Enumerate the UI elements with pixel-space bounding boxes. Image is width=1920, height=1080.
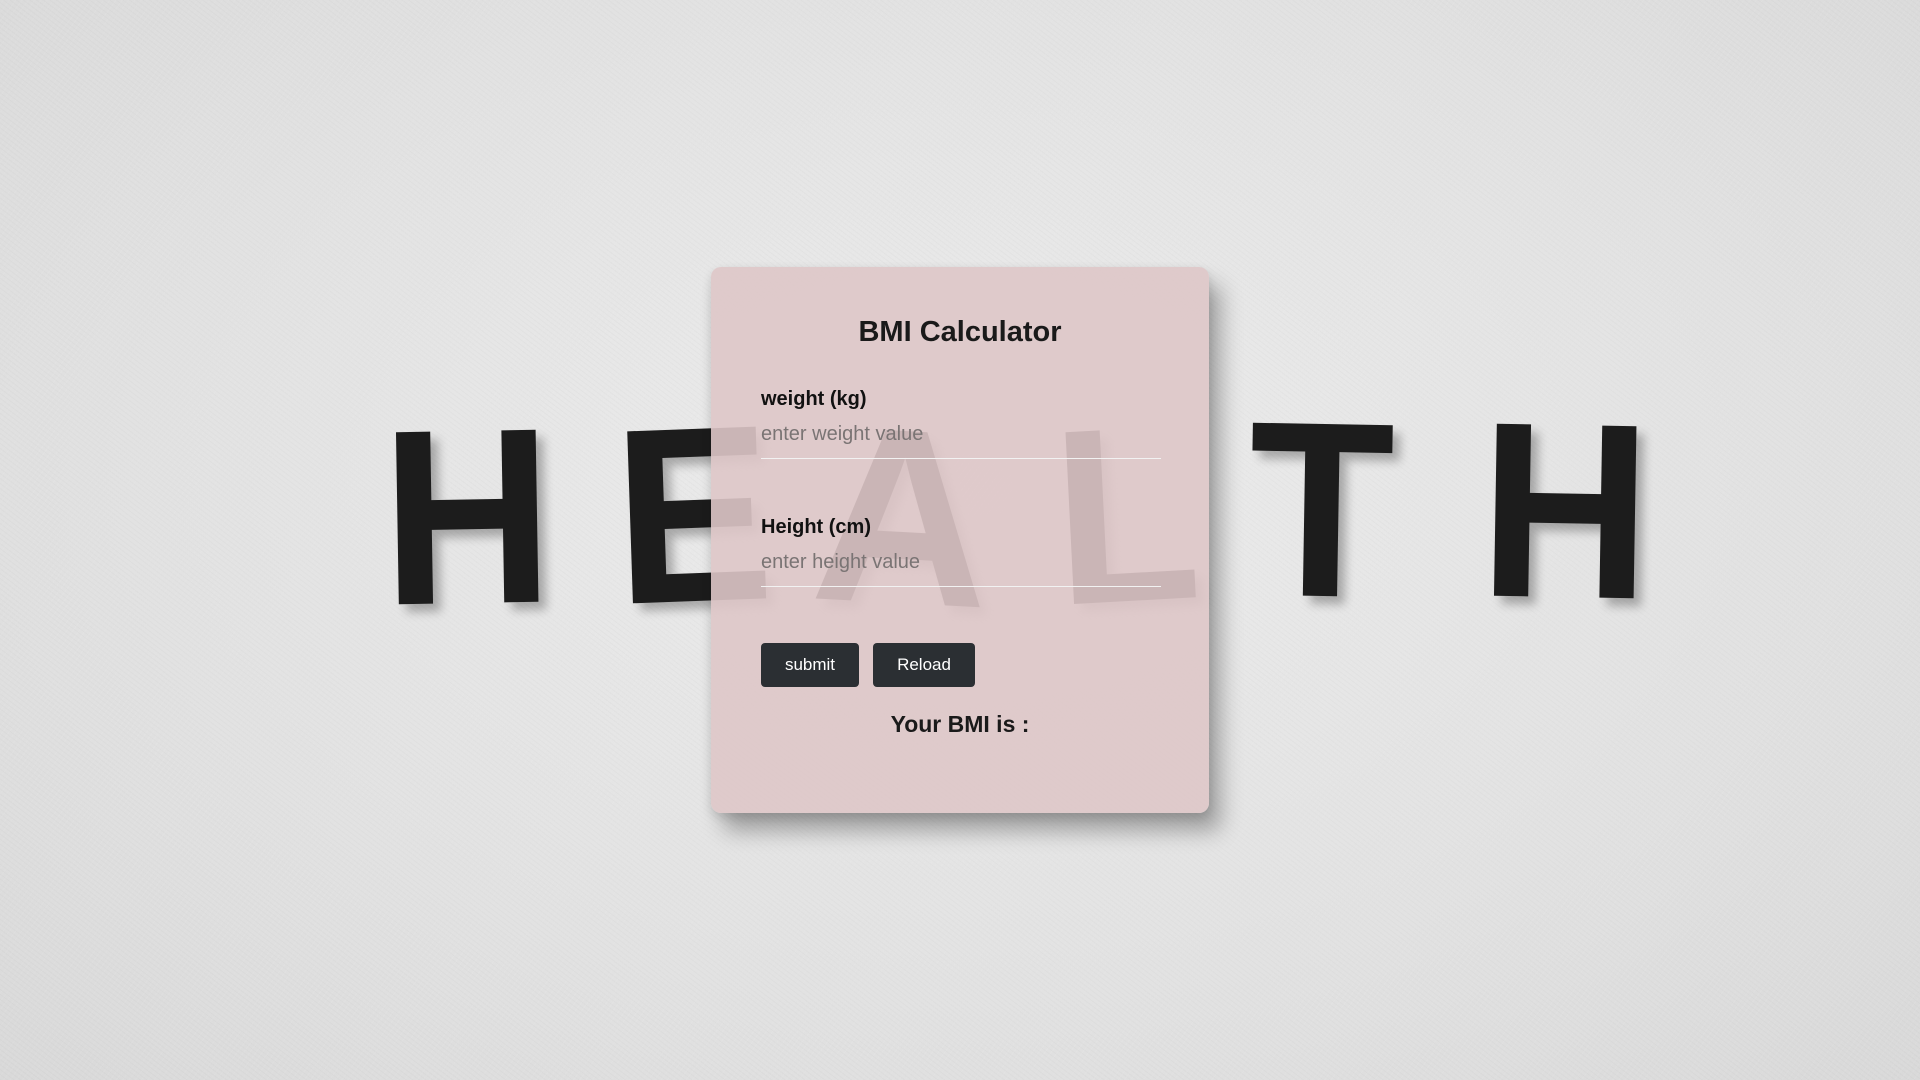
background-letter-h: H (379, 375, 556, 658)
weight-label: weight (kg) (761, 388, 867, 410)
bmi-result-text: Your BMI is : (890, 711, 1030, 737)
background-letter-h-2: H (1477, 369, 1654, 652)
weight-field-group: weight (kg) (761, 387, 1161, 459)
height-field-group: Height (cm) (761, 515, 1161, 587)
page-title: BMI Calculator (858, 316, 1062, 348)
button-row: submit Reload (761, 643, 1159, 687)
submit-button[interactable]: submit (761, 643, 859, 687)
height-label: Height (cm) (761, 516, 871, 538)
bmi-calculator-card: BMI Calculator weight (kg) Height (cm) s… (711, 267, 1209, 813)
weight-input[interactable] (761, 417, 1161, 459)
height-input[interactable] (761, 545, 1161, 587)
reload-button[interactable]: Reload (873, 643, 975, 687)
background-letter-t: T (1246, 368, 1397, 651)
